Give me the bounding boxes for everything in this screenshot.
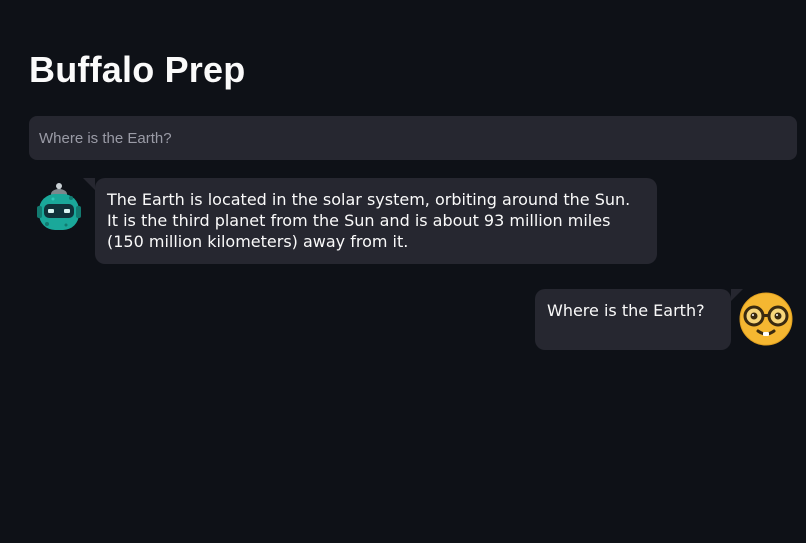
robot-avatar-icon [33, 182, 85, 234]
nerd-face-avatar-icon [739, 292, 793, 346]
app-page: Buffalo Prep The Earth is located in the… [0, 0, 806, 543]
page-title: Buffalo Prep [29, 49, 246, 91]
prompt-input-container[interactable] [29, 116, 797, 160]
assistant-message-text: The Earth is located in the solar system… [107, 190, 631, 251]
assistant-message-bubble: The Earth is located in the solar system… [83, 178, 657, 264]
user-message-bubble: Where is the Earth? [535, 289, 743, 350]
user-message-text: Where is the Earth? [547, 301, 705, 320]
prompt-input[interactable] [29, 116, 797, 160]
